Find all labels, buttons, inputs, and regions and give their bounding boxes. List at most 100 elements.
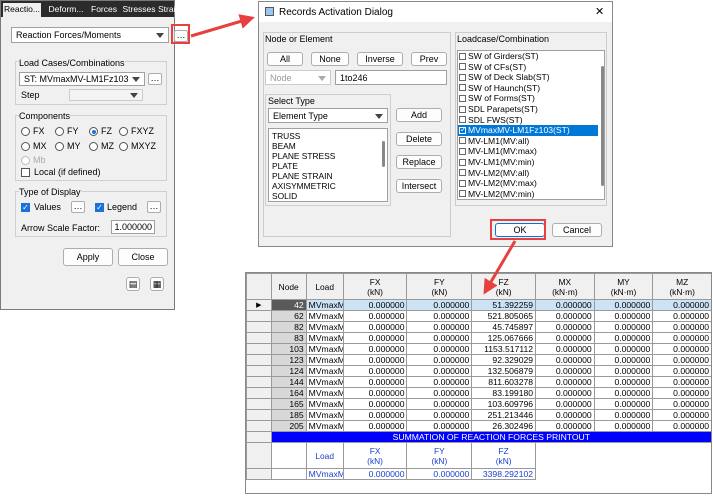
row-header[interactable] xyxy=(246,365,272,377)
loadcase-item[interactable]: SW of Haunch(ST) xyxy=(458,83,598,93)
loadcase-checkbox[interactable] xyxy=(459,179,466,187)
loadcase-checkbox[interactable] xyxy=(459,94,466,102)
fy-cell[interactable]: 0.000000 xyxy=(406,310,473,322)
fy-cell[interactable]: 0.000000 xyxy=(406,409,473,421)
local-checkbox[interactable] xyxy=(21,168,30,177)
fy-cell[interactable]: 0.000000 xyxy=(406,387,473,399)
table-row[interactable]: 165 MVmaxM 0.000000 0.000000 103.609796 0.000… xyxy=(246,398,711,410)
element-type-item[interactable]: AXISYMMETRIC xyxy=(272,181,336,191)
fy-cell[interactable]: 0.000000 xyxy=(406,354,473,366)
component-radio-fxyz[interactable] xyxy=(119,127,128,136)
node-cell[interactable]: 165 xyxy=(270,398,307,410)
my-cell[interactable]: 0.000000 xyxy=(593,321,654,333)
fx-cell[interactable]: 0.000000 xyxy=(342,376,408,388)
fx-cell[interactable]: 0.000000 xyxy=(342,398,408,410)
column-header[interactable]: MX (kN·m) xyxy=(535,273,595,300)
node-cell[interactable]: 124 xyxy=(270,365,307,377)
node-type-combo[interactable]: Node xyxy=(265,70,331,85)
my-cell[interactable]: 0.000000 xyxy=(593,343,654,355)
load-cell[interactable]: MVmaxM xyxy=(305,321,344,333)
row-header[interactable] xyxy=(246,343,272,355)
my-cell[interactable]: 0.000000 xyxy=(593,332,654,344)
table-row[interactable]: 144 MVmaxM 0.000000 0.000000 811.603278 0.000… xyxy=(246,376,711,388)
my-cell[interactable]: 0.000000 xyxy=(593,398,654,410)
column-header[interactable]: FY (kN) xyxy=(406,273,473,300)
node-cell[interactable]: 144 xyxy=(270,376,307,388)
node-cell[interactable]: 205 xyxy=(270,420,307,432)
load-cell[interactable]: MVmaxM xyxy=(305,420,344,432)
load-cell[interactable]: MVmaxM xyxy=(305,310,344,322)
values-more-button[interactable]: … xyxy=(71,201,85,213)
node-cell[interactable]: 82 xyxy=(270,321,307,333)
my-cell[interactable]: 0.000000 xyxy=(593,409,654,421)
mx-cell[interactable]: 0.000000 xyxy=(535,310,595,322)
mx-cell[interactable]: 0.000000 xyxy=(535,321,595,333)
component-radio-my[interactable] xyxy=(55,142,64,151)
mx-cell[interactable]: 0.000000 xyxy=(535,376,595,388)
fz-cell[interactable]: 26.302496 xyxy=(471,420,537,432)
fz-cell[interactable]: 103.609796 xyxy=(471,398,537,410)
node-cell[interactable]: 83 xyxy=(270,332,307,344)
component-radio-mb[interactable] xyxy=(21,156,30,165)
mz-cell[interactable]: 0.000000 xyxy=(652,299,711,311)
tab-reactions[interactable]: Reactio... xyxy=(3,3,41,17)
prev-button[interactable]: Prev xyxy=(411,52,447,66)
add-button[interactable]: Add xyxy=(396,108,442,122)
row-header[interactable] xyxy=(246,310,272,322)
table-row[interactable]: 205 MVmaxM 0.000000 0.000000 26.302496 0.0000… xyxy=(246,420,711,432)
my-cell[interactable]: 0.000000 xyxy=(593,365,654,377)
loadcase-item[interactable]: SDL Parapets(ST) xyxy=(458,104,598,114)
mz-cell[interactable]: 0.000000 xyxy=(652,365,711,377)
column-header[interactable]: FZ (kN) xyxy=(471,273,537,300)
close-button[interactable]: Close xyxy=(118,248,168,266)
table-row[interactable]: 103 MVmaxM 0.000000 0.000000 1153.517112 0.00… xyxy=(246,343,711,355)
tab-forces[interactable]: Forces xyxy=(89,3,119,17)
component-radio-fz[interactable] xyxy=(89,127,98,136)
fx-cell[interactable]: 0.000000 xyxy=(342,321,408,333)
loadcase-item[interactable]: SW of Deck Slab(ST) xyxy=(458,72,598,82)
row-header[interactable] xyxy=(246,409,272,421)
copy-icon[interactable]: ▤ xyxy=(126,277,140,291)
fz-cell[interactable]: 45.745897 xyxy=(471,321,537,333)
node-cell[interactable]: 42 xyxy=(270,299,307,311)
element-type-list[interactable]: TRUSS BEAM PLANE STRESS PLATE PLANE STRAIN AX… xyxy=(268,128,388,202)
load-case-more-button[interactable]: … xyxy=(148,73,162,85)
load-cell[interactable]: MVmaxM xyxy=(305,365,344,377)
fx-cell[interactable]: 0.000000 xyxy=(342,387,408,399)
loadcase-checkbox[interactable] xyxy=(459,116,466,124)
node-range-input[interactable]: 1to246 xyxy=(335,70,447,85)
load-cell[interactable]: MVmaxM xyxy=(305,343,344,355)
node-cell[interactable]: 164 xyxy=(270,387,307,399)
loadcase-checkbox[interactable] xyxy=(459,125,467,135)
fx-cell[interactable]: 0.000000 xyxy=(342,332,408,344)
element-type-item[interactable]: PLANE STRESS xyxy=(272,151,335,161)
result-type-combo[interactable]: Reaction Forces/Moments xyxy=(11,27,169,43)
fy-cell[interactable]: 0.000000 xyxy=(406,398,473,410)
mx-cell[interactable]: 0.000000 xyxy=(535,387,595,399)
node-cell[interactable]: 123 xyxy=(270,354,307,366)
mz-cell[interactable]: 0.000000 xyxy=(652,398,711,410)
fy-cell[interactable]: 0.000000 xyxy=(406,332,473,344)
mz-cell[interactable]: 0.000000 xyxy=(652,387,711,399)
component-radio-mx[interactable] xyxy=(21,142,30,151)
table-row[interactable]: 62 MVmaxM 0.000000 0.000000 521.805065 0.0000… xyxy=(246,310,711,322)
row-header[interactable] xyxy=(246,321,272,333)
my-cell[interactable]: 0.000000 xyxy=(593,420,654,432)
mz-cell[interactable]: 0.000000 xyxy=(652,332,711,344)
loadcase-checkbox[interactable] xyxy=(459,84,466,92)
load-cell[interactable]: MVmaxM xyxy=(305,376,344,388)
fx-cell[interactable]: 0.000000 xyxy=(342,354,408,366)
loadcase-item[interactable]: SW of CFs(ST) xyxy=(458,62,598,72)
fz-cell[interactable]: 521.805065 xyxy=(471,310,537,322)
apply-button[interactable]: Apply xyxy=(63,248,113,266)
mz-cell[interactable]: 0.000000 xyxy=(652,420,711,432)
component-radio-fy[interactable] xyxy=(55,127,64,136)
select-type-combo[interactable]: Element Type xyxy=(268,108,388,123)
load-cell[interactable]: MVmaxM xyxy=(305,299,344,311)
all-button[interactable]: All xyxy=(267,52,303,66)
loadcase-item[interactable]: MV-LM2(MV:min) xyxy=(458,189,598,199)
column-header[interactable]: Load xyxy=(305,273,344,300)
row-header[interactable]: ▶ xyxy=(246,299,272,311)
loadcase-list[interactable]: SW of Girders(ST) SW of CFs(ST) SW of Deck… xyxy=(457,50,605,200)
values-checkbox[interactable]: ✓ xyxy=(21,203,30,212)
